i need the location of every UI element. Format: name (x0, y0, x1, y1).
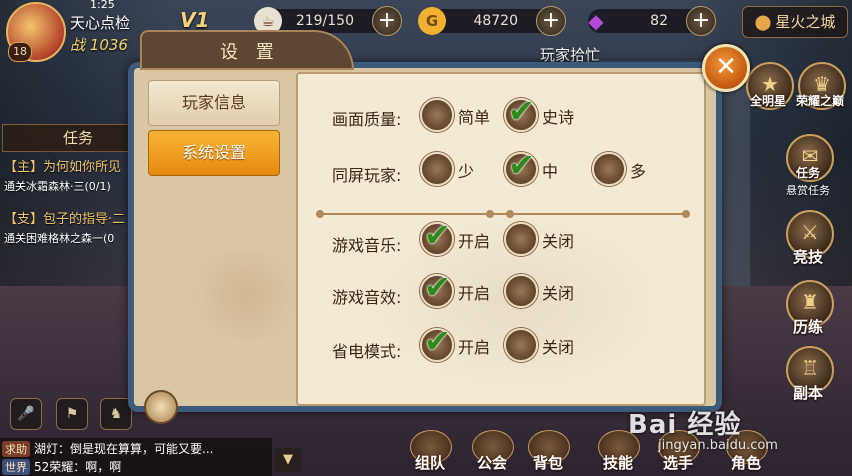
checkmark-icon: ✔ (508, 146, 535, 184)
menu-bounty-task[interactable]: ✉ 任务 悬赏任务 (778, 134, 838, 197)
nav-label: 组队 (414, 454, 445, 472)
players-option-many[interactable]: 多 (592, 152, 702, 186)
player-level-badge: 18 (8, 42, 32, 62)
option-label: 关闭 (542, 338, 575, 357)
tab-system-settings[interactable]: 系统设置 (148, 130, 280, 176)
menu-sublabel: 悬赏任务 (786, 184, 830, 197)
menu-label: 全明星 (749, 94, 786, 108)
gold-value: 48720 (473, 13, 518, 29)
chat-channel-tag: 求助 (2, 441, 30, 457)
player-name: 天心点检 (70, 14, 131, 32)
radio-button[interactable] (420, 152, 454, 186)
nav-label: 角色 (730, 454, 761, 472)
location-pin-icon: ⬤ (754, 13, 772, 31)
chat-message: 湖灯：倒是现在算算，可能又要... (34, 442, 214, 456)
combat-power: 战 1036 (70, 34, 128, 55)
gem-resource: ◆ 82 + (588, 6, 716, 36)
option-label: 史诗 (542, 108, 575, 127)
quality-option-epic[interactable]: ✔ 史诗 (504, 92, 614, 132)
chat-line: 求助 湖灯：倒是现在算算，可能又要... (2, 440, 213, 457)
menu-label: 任务 (795, 166, 820, 180)
gem-value: 82 (650, 13, 668, 29)
nav-bag[interactable]: 背包 (522, 430, 574, 476)
music-option-off[interactable]: 关闭 (504, 222, 614, 256)
power-save-option-off[interactable]: 关闭 (504, 328, 614, 362)
option-label: 开启 (458, 338, 491, 357)
menu-label: 历练 (792, 318, 823, 336)
chat-message: 52荣耀：啊，啊 (34, 460, 122, 474)
combat-power-label: 战 (70, 36, 86, 54)
music-label: 游戏音乐: (332, 236, 402, 255)
location-name: 星火之城 (775, 13, 836, 31)
flag-icon[interactable]: ⚑ (56, 398, 88, 430)
option-label: 简单 (458, 108, 491, 127)
radio-button[interactable] (592, 152, 626, 186)
tab-player-info[interactable]: 玩家信息 (148, 80, 280, 126)
checkmark-icon: ✔ (508, 92, 535, 130)
option-label: 开启 (458, 284, 491, 303)
option-label: 关闭 (542, 284, 575, 303)
checkmark-icon: ✔ (424, 322, 451, 360)
radio-button[interactable] (504, 328, 538, 362)
nav-label: 选手 (662, 454, 693, 472)
menu-training[interactable]: ♜ 历练 (778, 280, 838, 342)
quality-label: 画面质量: (332, 110, 402, 129)
radio-button[interactable] (420, 98, 454, 132)
watermark-url: jingyan.baidu.com (658, 438, 778, 453)
settings-content-panel: 画面质量: 简单 ✔ 史诗 同屏玩家: 少 ✔ 中 多 游戏音乐: ✔ 开启 关… (296, 72, 706, 406)
option-label: 少 (458, 162, 475, 181)
radio-button[interactable] (504, 274, 538, 308)
add-gem-button[interactable]: + (686, 6, 716, 36)
power-save-label: 省电模式: (332, 342, 402, 361)
nav-label: 背包 (532, 454, 563, 472)
nav-label: 公会 (476, 454, 507, 472)
combat-power-value: 1036 (89, 36, 128, 54)
chat-line: 世界 52荣耀：啊，啊 (2, 458, 121, 475)
menu-glory-peak[interactable]: ♛ 荣耀之巅 (790, 62, 850, 124)
nav-label: 技能 (602, 454, 633, 472)
quest-side-title[interactable]: 【支】包子的指导·二 (4, 208, 125, 227)
gold-resource: G 48720 + (418, 6, 566, 36)
players-label: 同屏玩家: (332, 166, 402, 185)
baidu-logo: Bai 经验 (628, 410, 742, 440)
microphone-icon[interactable]: 🎤 (10, 398, 42, 430)
menu-arena[interactable]: ⚔ 竞技 (778, 210, 838, 272)
quest-side-detail[interactable]: 通关困难格林之森一(0 (4, 230, 114, 246)
dialog-title: 设 置 (220, 42, 280, 63)
top-hud: 18 1:25 天心点检 战 1036 V1 ☕ 219/150 + G 487… (0, 0, 852, 62)
chat-channel-tag: 世界 (2, 459, 30, 475)
close-icon[interactable]: ✕ (702, 44, 750, 92)
menu-label: 荣耀之巅 (795, 94, 844, 108)
option-label: 多 (630, 162, 647, 181)
nav-guild[interactable]: 公会 (466, 430, 518, 476)
chat-panel[interactable]: 求助 湖灯：倒是现在算算，可能又要... 世界 52荣耀：啊，啊 (0, 438, 272, 476)
sound-option-off[interactable]: 关闭 (504, 274, 614, 308)
option-label: 中 (542, 162, 559, 181)
radio-button[interactable] (504, 222, 538, 256)
gold-coin-icon: G (418, 7, 446, 35)
vip-badge[interactable]: V1 (180, 8, 209, 32)
wing-emblem-decoration (180, 250, 310, 340)
clock-text: 1:25 (90, 0, 115, 11)
quest-main-title[interactable]: 【主】为何如你所见 (4, 156, 121, 175)
add-stamina-button[interactable]: + (372, 6, 402, 36)
section-divider (316, 208, 690, 220)
add-gold-button[interactable]: + (536, 6, 566, 36)
quest-main-detail[interactable]: 通关冰霜森林·三(0/1) (4, 178, 111, 194)
nav-team[interactable]: 组队 (404, 430, 456, 476)
option-label: 关闭 (542, 232, 575, 251)
checkmark-icon: ✔ (424, 268, 451, 306)
location-button[interactable]: ⬤ 星火之城 (742, 6, 848, 38)
checkmark-icon: ✔ (424, 216, 451, 254)
menu-label: 副本 (792, 384, 823, 402)
gem-icon: ◆ (588, 9, 604, 33)
menu-label: 竞技 (792, 248, 823, 266)
sound-label: 游戏音效: (332, 288, 402, 307)
option-label: 开启 (458, 232, 491, 251)
chevron-down-icon[interactable]: ▼ (274, 448, 302, 472)
dialog-corner-tag (144, 390, 178, 424)
menu-dungeon[interactable]: ♖ 副本 (778, 346, 838, 408)
